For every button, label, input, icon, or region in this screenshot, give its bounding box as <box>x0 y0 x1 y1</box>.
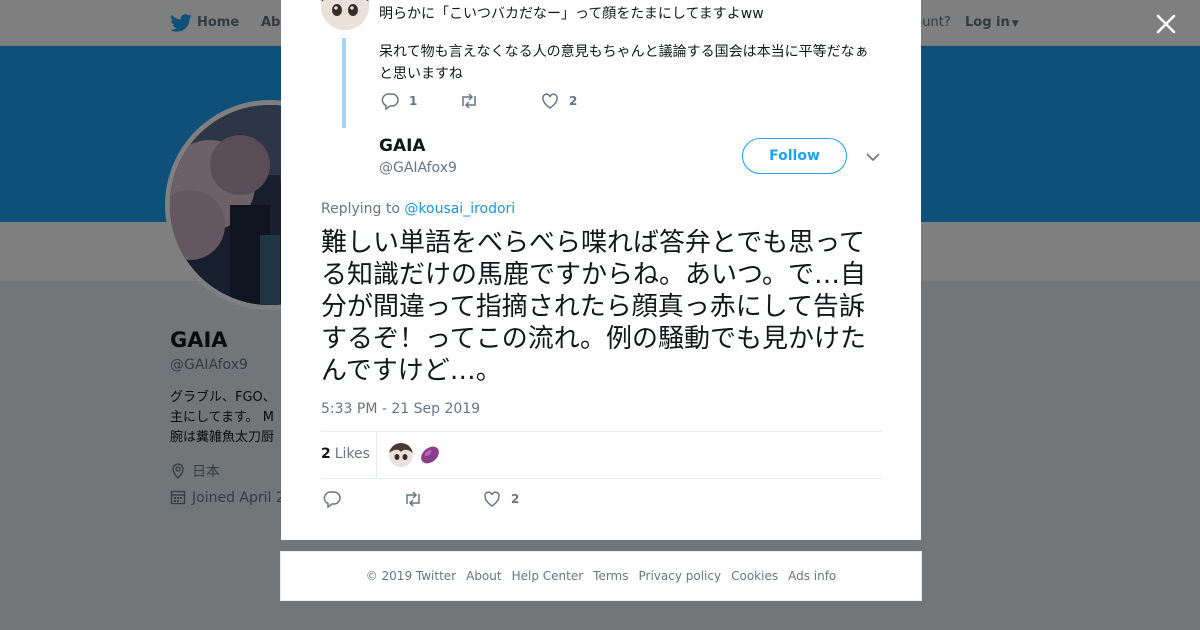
reply-button[interactable] <box>323 490 351 508</box>
tweet-author-handle[interactable]: @GAIAfox9 <box>379 160 457 176</box>
thread-connector-line <box>342 38 346 128</box>
like-count: 2 <box>511 492 520 506</box>
likes-stat-label: Likes <box>334 446 370 462</box>
reply-icon <box>381 93 399 110</box>
likes-stat[interactable]: 2 Likes <box>321 446 370 462</box>
retweet-button[interactable] <box>459 92 489 110</box>
tweet-author-name[interactable]: GAIA <box>379 136 426 156</box>
retweet-icon <box>406 491 420 507</box>
reply-icon <box>323 491 341 508</box>
replying-to-label: Replying to <box>321 201 400 217</box>
footer-link-ads-info[interactable]: Ads info <box>788 569 836 583</box>
previous-tweet-text: 明らかに「こいつバカだなー」って顔をたまにしてますよww <box>379 6 764 22</box>
stats-divider <box>376 432 377 479</box>
previous-tweet-avatar[interactable] <box>321 0 369 30</box>
reply-button[interactable]: 1 <box>381 92 417 110</box>
liker-avatar[interactable] <box>389 443 413 467</box>
heart-icon <box>484 491 500 507</box>
follow-button[interactable]: Follow <box>742 138 847 174</box>
modal-footer: © 2019 Twitter About Help Center Terms P… <box>280 551 922 601</box>
replying-to-link[interactable]: @kousai_irodori <box>404 201 515 217</box>
chevron-down-icon[interactable] <box>865 150 881 164</box>
tweet-text: 難しい単語をべらべら喋れば答弁とでも思ってる知識だけの馬鹿ですからね。あいつ。で… <box>321 228 866 386</box>
tweet-actions: 2 <box>323 490 623 510</box>
close-icon[interactable] <box>1154 12 1178 36</box>
previous-tweet-actions: 1 2 <box>381 92 681 112</box>
footer-link-cookies[interactable]: Cookies <box>731 569 778 583</box>
retweet-button[interactable] <box>403 490 433 508</box>
tweet-permalink-modal: 明らかに「こいつバカだなー」って顔をたまにしてますよww 呆れて物も言えなくなる… <box>281 0 921 540</box>
like-button[interactable]: 2 <box>541 92 577 110</box>
previous-tweet-text: 呆れて物も言えなくなる人の意見もちゃんと議論する国会は本当に平等だなぁと思います… <box>379 44 869 82</box>
footer-copyright: © 2019 Twitter <box>365 569 457 583</box>
likes-stat-count: 2 <box>321 446 331 462</box>
retweet-icon <box>462 93 476 109</box>
like-count: 2 <box>569 94 578 108</box>
footer-link-help-center[interactable]: Help Center <box>512 569 584 583</box>
footer-link-terms[interactable]: Terms <box>593 569 628 583</box>
heart-icon <box>542 93 558 109</box>
tweet-timestamp[interactable]: 5:33 PM - 21 Sep 2019 <box>321 401 480 417</box>
liker-avatar[interactable] <box>418 443 442 467</box>
reply-count: 1 <box>409 94 418 108</box>
tweet-stats: 2 Likes <box>321 431 882 479</box>
footer-link-about[interactable]: About <box>466 569 501 583</box>
replying-to: Replying to @kousai_irodori <box>321 201 515 217</box>
like-button[interactable]: 2 <box>483 490 519 508</box>
footer-link-privacy[interactable]: Privacy policy <box>639 569 722 583</box>
